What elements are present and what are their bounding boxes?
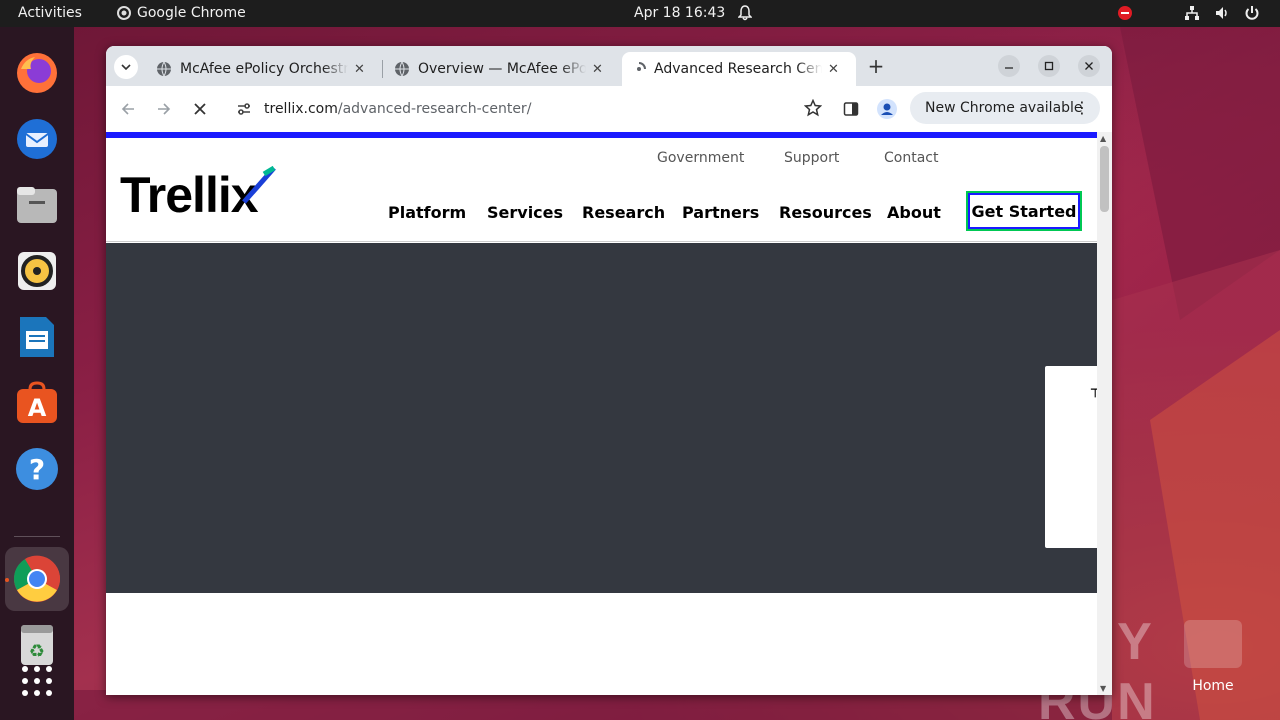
new-chrome-available-button[interactable]: New Chrome available ⋮ (910, 92, 1100, 124)
top-bar: Activities Google Chrome Apr 18 16:43 (0, 0, 1280, 27)
tab-search-button[interactable] (114, 55, 138, 79)
new-tab-button[interactable]: + (864, 54, 888, 78)
hero-card: ┬ (1045, 366, 1097, 548)
chrome-icon[interactable] (13, 555, 61, 603)
minimize-icon (1005, 67, 1013, 69)
app-menu[interactable]: Google Chrome (117, 5, 246, 21)
dock: A ? ♻ (0, 27, 74, 720)
address-bar[interactable]: trellix.com/advanced-research-center/ (226, 91, 826, 127)
url-path: /advanced-research-center/ (337, 101, 532, 117)
tab-title: Overview — McAfee ePolic (418, 61, 586, 77)
scroll-down-icon[interactable]: ▼ (1100, 684, 1106, 693)
files-icon[interactable] (13, 181, 61, 229)
kebab-menu-icon[interactable]: ⋮ (1074, 98, 1090, 117)
profile-button[interactable] (876, 98, 898, 120)
libreoffice-writer-icon[interactable] (13, 313, 61, 361)
trellix-logo-text: Trellix (120, 167, 259, 223)
nav-support[interactable]: Support (784, 150, 839, 166)
svg-text:A: A (28, 394, 47, 422)
maximize-icon (1044, 61, 1054, 71)
nav-platform[interactable]: Platform (388, 203, 466, 222)
close-icon (1085, 62, 1093, 70)
dock-separator (14, 536, 60, 537)
recording-indicator-icon (1118, 6, 1132, 20)
system-tray[interactable] (1118, 5, 1260, 21)
chrome-small-icon (117, 6, 131, 20)
clock[interactable]: Apr 18 16:43 (634, 5, 725, 21)
tab-mcafee-epo[interactable]: McAfee ePolicy Orchestrat ✕ (146, 52, 376, 86)
site-header: Trellix Government Support Contact Platf… (106, 138, 1097, 242)
activities-button[interactable]: Activities (18, 5, 82, 21)
trellix-logo-mark-icon (242, 166, 276, 204)
trellix-logo[interactable]: Trellix (120, 166, 276, 224)
network-icon (1185, 6, 1199, 20)
tab-close-icon[interactable]: ✕ (354, 62, 365, 77)
help-icon[interactable]: ? (13, 445, 61, 493)
chevron-down-icon (121, 64, 131, 70)
nav-resources[interactable]: Resources (779, 203, 872, 222)
url-text[interactable]: trellix.com/advanced-research-center/ (264, 101, 531, 117)
close-window-button[interactable] (1078, 55, 1100, 77)
tab-title: Advanced Research Cente (654, 61, 822, 77)
url-domain: trellix.com (264, 101, 338, 117)
globe-icon (157, 61, 171, 77)
firefox-icon[interactable] (13, 49, 61, 97)
loading-spinner-icon (637, 62, 646, 71)
site-info-icon[interactable] (234, 99, 254, 119)
back-button[interactable] (117, 98, 139, 120)
app-center-icon[interactable]: A (13, 379, 61, 427)
close-icon (194, 103, 206, 115)
get-started-button[interactable]: Get Started (966, 191, 1082, 231)
tab-separator (382, 60, 383, 78)
bookmark-star-icon[interactable] (803, 98, 823, 121)
thunderbird-icon[interactable] (13, 115, 61, 163)
nav-government[interactable]: Government (657, 150, 744, 166)
show-apps-icon[interactable] (13, 657, 61, 705)
tab-overview-mcafee[interactable]: Overview — McAfee ePolic ✕ (384, 52, 614, 86)
globe-icon (395, 61, 409, 77)
browser-toolbar: trellix.com/advanced-research-center/ Ne… (106, 86, 1112, 132)
maximize-button[interactable] (1038, 55, 1060, 77)
nav-partners[interactable]: Partners (682, 203, 759, 222)
profile-avatar-icon (877, 99, 897, 119)
volume-icon (1216, 7, 1227, 19)
tab-title: McAfee ePolicy Orchestrat (180, 61, 348, 77)
svg-text:?: ? (29, 453, 45, 486)
update-chip-label: New Chrome available (925, 100, 1083, 116)
nav-about[interactable]: About (887, 203, 941, 222)
power-icon (1245, 6, 1259, 20)
arrow-right-icon (158, 103, 171, 115)
nav-services[interactable]: Services (487, 203, 563, 222)
running-indicator (5, 578, 9, 582)
web-page: Trellix Government Support Contact Platf… (106, 132, 1097, 695)
app-name: Google Chrome (137, 5, 246, 21)
forward-button[interactable] (153, 98, 175, 120)
page-scrollbar[interactable]: ▲ ▼ (1097, 132, 1112, 695)
nav-research[interactable]: Research (582, 203, 665, 222)
rhythmbox-icon[interactable] (13, 247, 61, 295)
tab-close-icon[interactable]: ✕ (828, 62, 839, 77)
side-panel-icon (843, 102, 859, 116)
scroll-up-icon[interactable]: ▲ (1100, 134, 1106, 143)
side-panel-button[interactable] (840, 98, 862, 120)
tab-advanced-research-center[interactable]: Advanced Research Cente ✕ (622, 52, 856, 86)
tab-strip: McAfee ePolicy Orchestrat ✕ Overview — M… (106, 46, 1112, 86)
minimize-button[interactable] (998, 55, 1020, 77)
notification-bell-icon[interactable] (737, 5, 753, 25)
scrollbar-thumb[interactable] (1100, 146, 1109, 212)
tab-close-icon[interactable]: ✕ (592, 62, 603, 77)
hero-section (106, 243, 1097, 593)
stop-loading-button[interactable] (189, 98, 211, 120)
arrow-left-icon (121, 103, 134, 115)
nav-contact[interactable]: Contact (884, 150, 938, 166)
browser-window: McAfee ePolicy Orchestrat ✕ Overview — M… (106, 46, 1112, 695)
